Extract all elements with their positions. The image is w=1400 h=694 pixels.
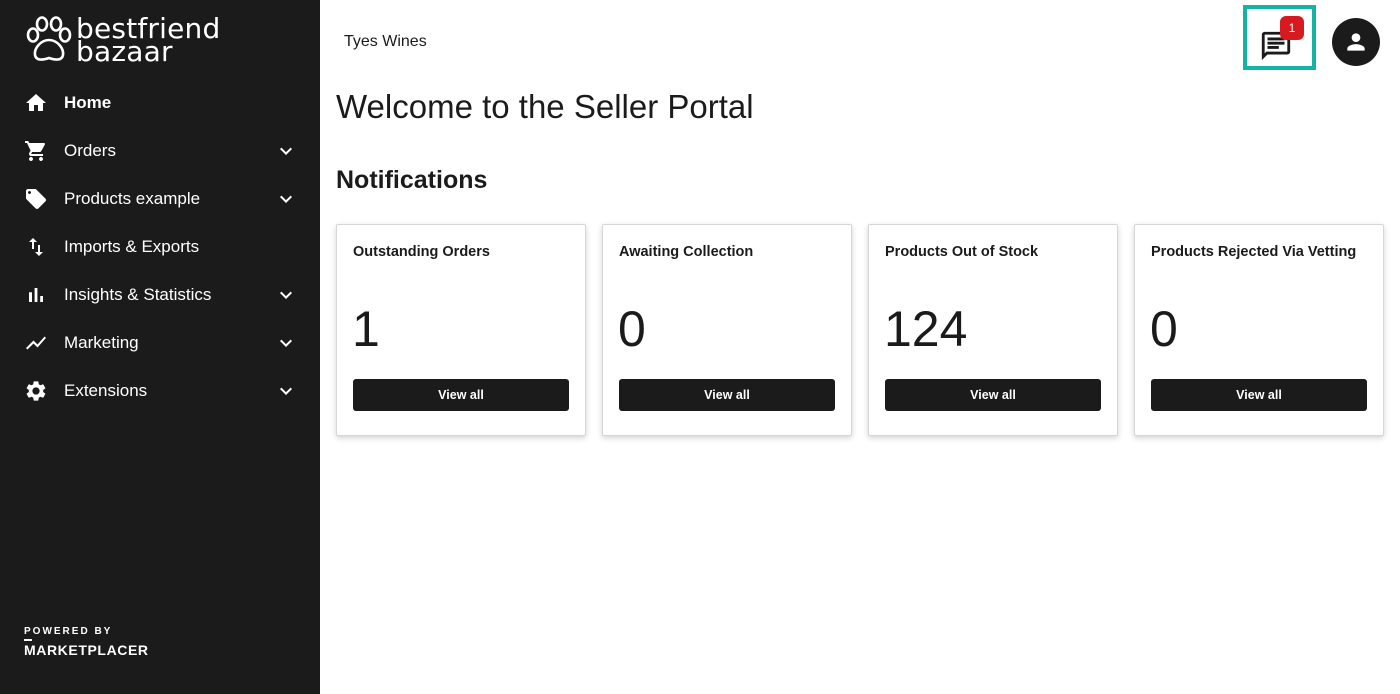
notification-badge: 1 [1280, 16, 1304, 40]
sidebar-item-home[interactable]: Home [0, 79, 320, 127]
brand-name: MARKETPLACER [24, 642, 149, 658]
sidebar-item-marketing[interactable]: Marketing [0, 319, 320, 367]
chevron-down-icon[interactable] [274, 139, 298, 163]
sidebar-item-label: Orders [64, 141, 116, 160]
brand-mark [24, 639, 32, 641]
sidebar-nav: Home Orders Products example Imports & E… [0, 79, 320, 415]
logo[interactable]: bestfriend bazaar [24, 14, 234, 66]
sidebar-item-label: Marketing [64, 333, 139, 352]
sidebar-item-label: Extensions [64, 381, 148, 400]
sidebar-item-label: Imports & Exports [64, 237, 200, 256]
sidebar-item-label: Insights & Statistics [64, 285, 212, 304]
notifications-heading: Notifications [336, 166, 488, 194]
card-title: Awaiting Collection [619, 244, 754, 260]
gear-icon [24, 379, 48, 403]
chevron-down-icon[interactable] [274, 283, 298, 307]
import-export-icon [24, 235, 48, 259]
store-name: Tyes Wines [344, 33, 427, 50]
powered-by-label: POWERED BY [24, 626, 113, 637]
card-count: 0 [618, 301, 646, 357]
home-icon [24, 91, 48, 115]
page-title: Welcome to the Seller Portal [336, 88, 754, 125]
chevron-down-icon[interactable] [274, 187, 298, 211]
notification-card-out-of-stock: Products Out of Stock 124 View all [868, 224, 1118, 436]
sidebar-item-label: Products example [64, 189, 201, 208]
card-count: 124 [884, 301, 968, 357]
trending-icon [24, 331, 48, 355]
powered-by-footer[interactable]: POWERED BY MARKETPLACER [24, 626, 149, 658]
marketplacer-logo: MARKETPLACER [24, 639, 149, 658]
sidebar-item-products[interactable]: Products example [0, 175, 320, 223]
sidebar-item-imports-exports[interactable]: Imports & Exports [0, 223, 320, 271]
cart-icon [24, 139, 48, 163]
logo-wordmark: bestfriend bazaar [76, 15, 220, 66]
view-all-button[interactable]: View all [353, 379, 569, 411]
sidebar: bestfriend bazaar Home Orders Products e… [0, 0, 320, 694]
seller-portal-app: bestfriend bazaar Home Orders Products e… [0, 0, 1400, 694]
card-title: Products Out of Stock [885, 244, 1039, 260]
sidebar-item-extensions[interactable]: Extensions [0, 367, 320, 415]
tag-icon [24, 187, 48, 211]
bar-chart-icon [24, 283, 48, 307]
card-count: 0 [1150, 301, 1178, 357]
chevron-down-icon[interactable] [274, 331, 298, 355]
card-title: Outstanding Orders [353, 244, 490, 260]
card-count: 1 [352, 301, 380, 357]
messages-button[interactable]: 1 [1243, 5, 1316, 70]
notification-card-awaiting-collection: Awaiting Collection 0 View all [602, 224, 852, 436]
notification-card-rejected-vetting: Products Rejected Via Vetting 0 View all [1134, 224, 1384, 436]
sidebar-item-insights[interactable]: Insights & Statistics [0, 271, 320, 319]
person-icon [1347, 33, 1365, 51]
view-all-button[interactable]: View all [1151, 379, 1367, 411]
sidebar-item-orders[interactable]: Orders [0, 127, 320, 175]
sidebar-item-label: Home [64, 93, 112, 112]
card-title: Products Rejected Via Vetting [1151, 244, 1357, 260]
view-all-button[interactable]: View all [885, 379, 1101, 411]
paw-icon [26, 16, 72, 61]
notification-card-outstanding-orders: Outstanding Orders 1 View all [336, 224, 586, 436]
view-all-button[interactable]: View all [619, 379, 835, 411]
account-avatar-button[interactable] [1332, 18, 1380, 66]
chevron-down-icon[interactable] [274, 379, 298, 403]
